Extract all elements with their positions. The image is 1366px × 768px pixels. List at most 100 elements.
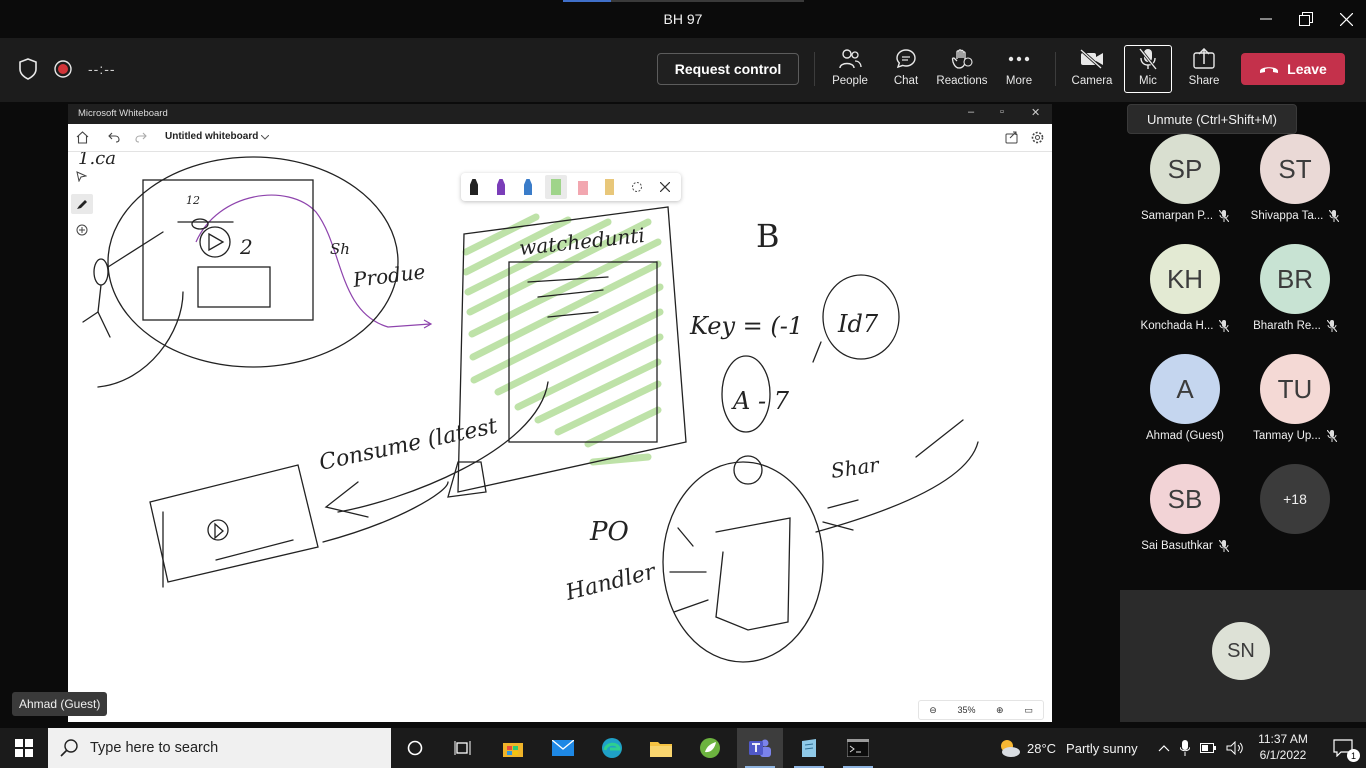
- command-prompt-app[interactable]: [835, 728, 881, 768]
- shield-icon[interactable]: [18, 58, 38, 80]
- whiteboard-app[interactable]: [786, 728, 832, 768]
- edge-browser-app[interactable]: [589, 728, 635, 768]
- board-name[interactable]: Untitled whiteboard: [165, 131, 258, 142]
- leave-button[interactable]: Leave: [1241, 53, 1345, 85]
- sketch-text-produce: Produe: [351, 259, 427, 292]
- blue-pen-icon[interactable]: [524, 179, 532, 195]
- mail-app[interactable]: [540, 728, 586, 768]
- green-highlighter-icon[interactable]: [551, 179, 561, 195]
- taskbar-search-box[interactable]: Type here to search: [48, 728, 391, 768]
- sketch-text-2: 2: [239, 235, 253, 259]
- purple-pen-icon[interactable]: [497, 179, 505, 195]
- microsoft-store-app[interactable]: [490, 728, 536, 768]
- spring-tool-app[interactable]: [687, 728, 733, 768]
- whiteboard-minimize-icon[interactable]: –: [968, 106, 974, 118]
- participant-tile[interactable]: +18: [1240, 464, 1350, 564]
- request-control-button[interactable]: Request control: [657, 53, 799, 85]
- participant-tile[interactable]: KH Konchada H...: [1130, 244, 1240, 344]
- redo-icon[interactable]: [135, 132, 147, 143]
- black-pen-icon[interactable]: [470, 179, 478, 195]
- fit-to-screen-icon[interactable]: ▭: [1024, 705, 1033, 716]
- reactions-button[interactable]: Reactions: [934, 46, 990, 94]
- sketch-text-12: 12: [186, 194, 200, 207]
- close-window-button[interactable]: [1334, 8, 1358, 30]
- ruler-icon[interactable]: [605, 179, 614, 195]
- participant-tile[interactable]: TU Tanmay Up...: [1240, 354, 1350, 454]
- participant-tile[interactable]: ST Shivappa Ta...: [1240, 134, 1350, 234]
- weather-widget[interactable]: 28°C Partly sunny: [997, 728, 1138, 768]
- home-icon[interactable]: [76, 131, 89, 144]
- sketch-text-a7: A - 7: [731, 387, 790, 415]
- more-button[interactable]: More: [991, 46, 1047, 94]
- file-explorer-app[interactable]: [638, 728, 684, 768]
- windows-taskbar: Type here to search 28°C Partly sunny 11…: [0, 728, 1366, 768]
- lasso-icon[interactable]: [631, 181, 643, 193]
- participant-tile[interactable]: SB Sai Basuthkar: [1130, 464, 1240, 564]
- zoom-in-icon[interactable]: ⊕: [996, 705, 1004, 716]
- zoom-out-icon[interactable]: ⊖: [929, 705, 937, 716]
- store-icon: [503, 743, 523, 757]
- sketch-text-id7: Id7: [837, 310, 879, 338]
- settings-gear-icon[interactable]: [1031, 131, 1044, 144]
- participant-name: Bharath Re...: [1253, 320, 1321, 332]
- participant-tile[interactable]: SP Samarpan P...: [1130, 134, 1240, 234]
- select-pointer-icon[interactable]: [76, 171, 87, 182]
- undo-icon[interactable]: [108, 132, 120, 143]
- window-titlebar: BH 97: [0, 0, 1366, 38]
- sketch-text-handler: Handler: [562, 559, 659, 606]
- toolbar-divider: [1055, 52, 1056, 86]
- task-view-button[interactable]: [440, 728, 486, 768]
- share-tray-icon: [1193, 48, 1215, 69]
- restore-button[interactable]: [1294, 8, 1318, 30]
- self-avatar: SN: [1212, 622, 1270, 680]
- start-button[interactable]: [1, 728, 47, 768]
- whiteboard-tool-rail: [68, 152, 96, 262]
- share-label: Share: [1188, 75, 1220, 87]
- mic-off-icon: [1138, 48, 1158, 70]
- whiteboard-restore-icon[interactable]: ▫: [1000, 106, 1004, 118]
- whiteboard-canvas[interactable]: 1.ca 12 2 Sh Produe watchedunti B Key = …: [68, 152, 1052, 722]
- participant-tile[interactable]: A Ahmad (Guest): [1130, 354, 1240, 454]
- mic-button[interactable]: Mic: [1124, 45, 1172, 93]
- participant-avatar: SP: [1150, 134, 1220, 204]
- cortana-button[interactable]: [392, 728, 438, 768]
- edge-icon: [602, 738, 622, 758]
- whiteboard-window-titlebar: Microsoft Whiteboard – ▫ ✕: [68, 104, 1052, 124]
- chat-button[interactable]: Chat: [878, 46, 934, 94]
- share-button[interactable]: Share: [1176, 46, 1232, 94]
- partly-sunny-icon: [1001, 740, 1020, 757]
- microphone-icon[interactable]: [1180, 740, 1190, 756]
- participant-avatar: ST: [1260, 134, 1330, 204]
- meeting-toolbar: --:-- Request control People Chat Reacti…: [0, 38, 1366, 102]
- meeting-status: --:--: [18, 58, 116, 80]
- teams-app[interactable]: [737, 728, 783, 768]
- raise-hand-icon: [951, 49, 973, 69]
- battery-icon[interactable]: [1200, 743, 1216, 753]
- minimize-button[interactable]: [1254, 8, 1278, 30]
- participant-name: Ahmad (Guest): [1146, 430, 1224, 442]
- people-button[interactable]: People: [822, 46, 878, 94]
- weather-description: Partly sunny: [1066, 740, 1138, 756]
- camera-button[interactable]: Camera: [1064, 46, 1120, 94]
- muted-mic-icon: [1329, 210, 1340, 222]
- whiteboard-close-icon[interactable]: ✕: [1031, 106, 1040, 119]
- pen-tool-button[interactable]: [71, 194, 93, 214]
- action-center-button[interactable]: 1: [1320, 728, 1366, 768]
- chevron-down-icon[interactable]: [261, 135, 269, 140]
- participant-avatar: A: [1150, 354, 1220, 424]
- eraser-icon[interactable]: [578, 181, 588, 195]
- task-view-icon: [454, 741, 471, 755]
- volume-icon[interactable]: [1226, 741, 1244, 755]
- more-participants-badge: +18: [1260, 464, 1330, 534]
- mail-icon: [552, 740, 574, 756]
- participant-name-row: Tanmay Up...: [1240, 430, 1350, 442]
- export-icon[interactable]: [1005, 131, 1018, 144]
- add-icon[interactable]: [76, 224, 88, 236]
- chat-icon: [896, 49, 916, 69]
- participant-tile[interactable]: BR Bharath Re...: [1240, 244, 1350, 344]
- chevron-up-icon[interactable]: [1158, 744, 1170, 752]
- taskbar-clock[interactable]: 11:37 AM 6/1/2022: [1251, 731, 1315, 763]
- windows-logo-icon: [15, 739, 33, 757]
- close-tray-icon[interactable]: [660, 182, 670, 192]
- active-speaker-label: Ahmad (Guest): [12, 692, 108, 716]
